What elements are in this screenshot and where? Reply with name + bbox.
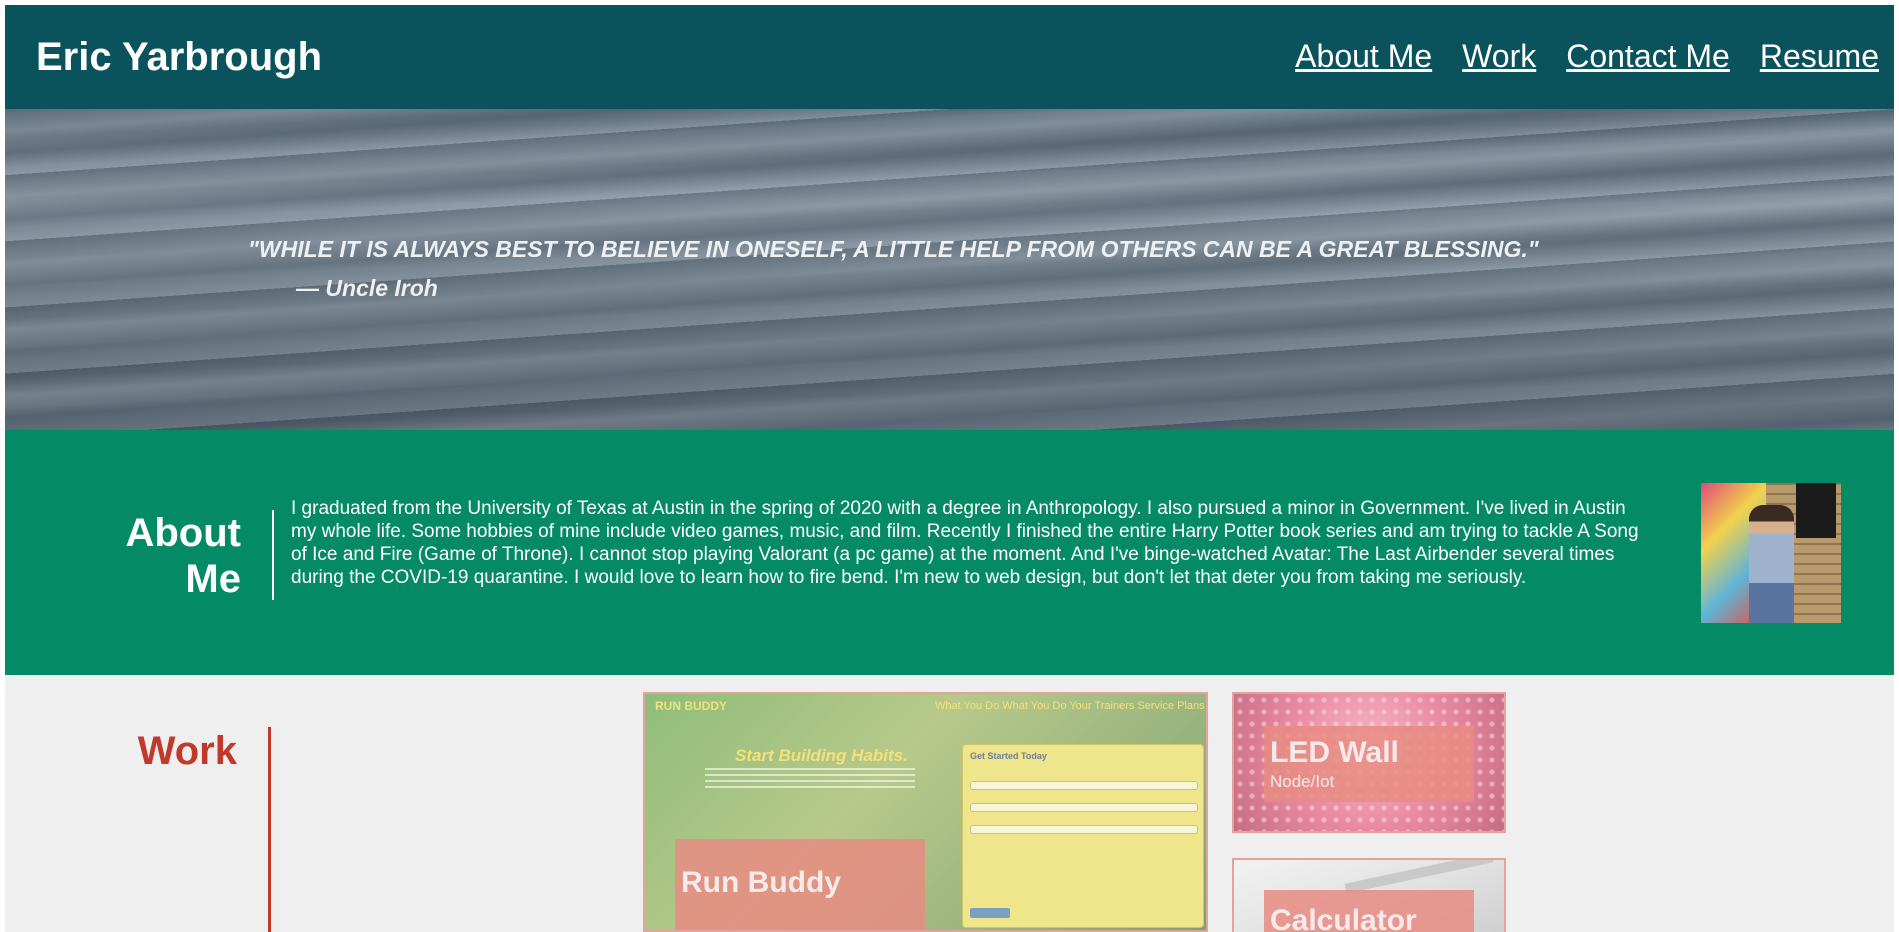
project-label: Run Buddy bbox=[675, 839, 925, 930]
site-title: Eric Yarbrough bbox=[36, 35, 323, 79]
main-nav: About Me Work Contact Me Resume bbox=[1295, 38, 1879, 75]
about-section: About Me I graduated from the University… bbox=[5, 430, 1894, 675]
run-buddy-preview-paragraph bbox=[705, 768, 915, 792]
run-buddy-preview-field bbox=[970, 781, 1198, 790]
about-text: I graduated from the University of Texas… bbox=[291, 498, 1639, 588]
nav-link-about-me[interactable]: About Me bbox=[1295, 38, 1432, 75]
about-divider bbox=[272, 510, 274, 600]
project-subtitle: Node/Iot bbox=[1270, 772, 1335, 791]
run-buddy-preview-form-title: Get Started Today bbox=[970, 751, 1047, 761]
project-title: LED Wall bbox=[1270, 736, 1399, 769]
run-buddy-preview-headline: Start Building Habits. bbox=[735, 746, 908, 765]
run-buddy-preview-field bbox=[970, 825, 1198, 834]
project-label: Calculator bbox=[1264, 890, 1474, 932]
project-card-led-wall[interactable]: LED Wall Node/Iot bbox=[1232, 692, 1506, 833]
work-heading: Work bbox=[137, 729, 237, 773]
hero-quote: "WHILE IT IS ALWAYS BEST TO BELIEVE IN O… bbox=[248, 236, 1539, 262]
hero-quote-author: — Uncle Iroh bbox=[296, 275, 438, 301]
run-buddy-preview-button bbox=[970, 908, 1010, 918]
avatar-photo bbox=[1701, 483, 1841, 623]
site-header: Eric Yarbrough About Me Work Contact Me … bbox=[5, 5, 1894, 109]
avatar-person bbox=[1749, 505, 1794, 623]
work-divider bbox=[268, 727, 271, 932]
pencil-image bbox=[1344, 860, 1494, 894]
about-heading-line2: Me bbox=[185, 557, 241, 601]
run-buddy-preview-brand: RUN BUDDY bbox=[655, 699, 727, 713]
run-buddy-preview-nav: What You Do What You Do Your Trainers Se… bbox=[935, 700, 1205, 712]
run-buddy-preview-form: Get Started Today bbox=[962, 744, 1204, 928]
nav-link-contact-me[interactable]: Contact Me bbox=[1566, 38, 1730, 75]
project-title: Calculator bbox=[1270, 904, 1417, 932]
hero-banner: "WHILE IT IS ALWAYS BEST TO BELIEVE IN O… bbox=[5, 109, 1894, 430]
project-title: Run Buddy bbox=[681, 866, 841, 899]
nav-link-resume[interactable]: Resume bbox=[1760, 38, 1879, 75]
run-buddy-preview-field bbox=[970, 803, 1198, 812]
about-heading: About Me bbox=[41, 510, 241, 602]
avatar-window bbox=[1796, 483, 1836, 538]
nav-link-work[interactable]: Work bbox=[1462, 38, 1536, 75]
project-card-calculator[interactable]: Calculator bbox=[1232, 858, 1506, 932]
about-heading-line1: About bbox=[125, 511, 241, 555]
project-label: LED Wall Node/Iot bbox=[1264, 726, 1474, 802]
page: Eric Yarbrough About Me Work Contact Me … bbox=[5, 5, 1894, 932]
project-card-run-buddy[interactable]: RUN BUDDY What You Do What You Do Your T… bbox=[643, 692, 1208, 932]
work-section: Work RUN BUDDY What You Do What You Do Y… bbox=[5, 675, 1894, 932]
